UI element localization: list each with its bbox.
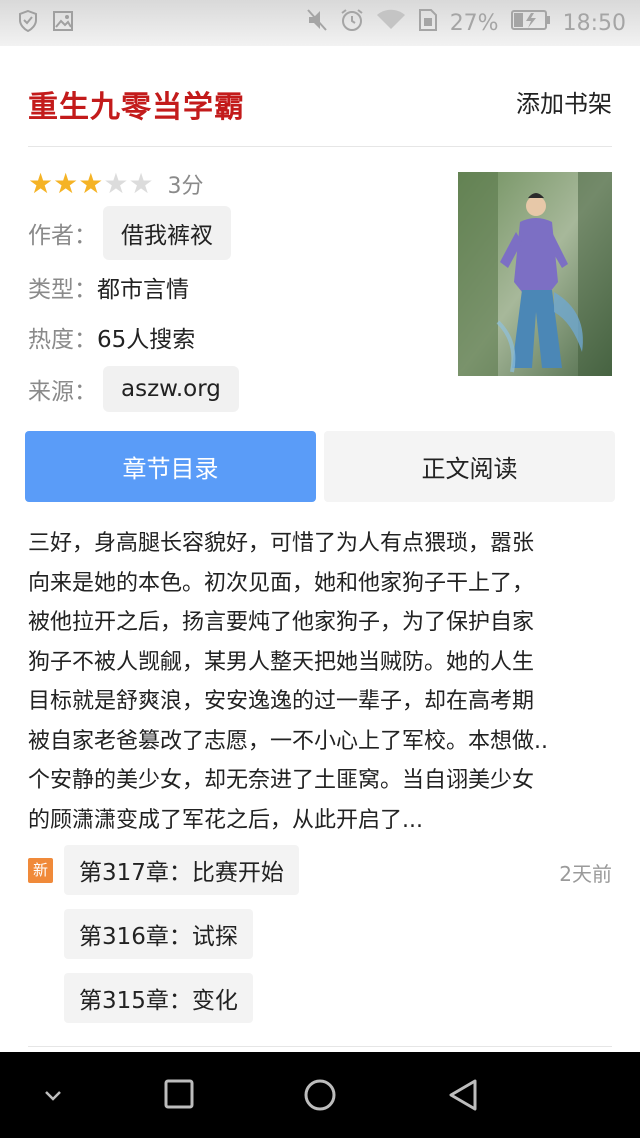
- description-line: 目标就是舒爽浪，安安逸逸的过一辈子，却在高考期: [28, 689, 535, 714]
- author-row: 作者： 借我裤衩: [28, 206, 231, 260]
- star-icon: ★: [28, 167, 54, 200]
- book-title: 重生九零当学霸: [28, 90, 245, 125]
- rating-score: 3分: [167, 174, 204, 199]
- rating-stars: ★★★★★: [28, 170, 154, 198]
- description-line: 三好，身高腿长容貌好，可惜了为人有点猥琐，嚣张: [28, 531, 535, 556]
- author-label: 作者：: [28, 223, 97, 249]
- source-row: 来源： aszw.org: [28, 366, 239, 412]
- heat-label: 热度：: [28, 327, 97, 353]
- image-icon: [52, 10, 74, 36]
- recents-icon[interactable]: [163, 1078, 195, 1114]
- chapter-catalog-button[interactable]: 章节目录: [25, 431, 316, 502]
- rating: ★★★★★ 3分: [28, 168, 204, 200]
- book-cover-image[interactable]: [458, 172, 612, 376]
- book-detail-page: 重生九零当学霸 添加书架 ★★★★★ 3分 作者： 借我裤衩 类型： 都市言情 …: [0, 56, 640, 1052]
- source-label: 来源：: [28, 379, 97, 405]
- alarm-icon: [340, 8, 364, 38]
- chapter-item[interactable]: 第315章：变化: [64, 973, 253, 1023]
- author-link[interactable]: 借我裤衩: [103, 206, 231, 260]
- clock: 18:50: [562, 10, 626, 36]
- new-badge: 新: [28, 858, 53, 883]
- description-line: 狗子不被人觊觎，某男人整天把她当贼防。她的人生: [28, 649, 535, 675]
- star-icon: ★: [103, 167, 129, 200]
- book-description: 三好，身高腿长容貌好，可惜了为人有点猥琐，嚣张 向来是她的本色。初次见面，她和他…: [28, 524, 614, 840]
- system-nav-bar: [0, 1052, 640, 1138]
- source-link[interactable]: aszw.org: [103, 366, 239, 412]
- description-line: 个安静的美少女，却无奈进了土匪窝。当自诩美少女: [28, 768, 535, 793]
- description-line: 被自家老爸篡改了志愿，一不小心上了军校。本想做..: [28, 728, 548, 754]
- description-line: 被他拉开之后，扬言要炖了他家狗子，为了保护自家: [28, 610, 535, 635]
- description-line: 的顾潇潇变成了军花之后，从此开启了...: [28, 807, 423, 833]
- type-label: 类型：: [28, 277, 97, 303]
- star-icon: ★: [128, 167, 154, 200]
- divider: [28, 1046, 612, 1047]
- star-icon: ★: [78, 167, 104, 200]
- wifi-icon: [376, 9, 406, 37]
- chapter-item[interactable]: 第316章：试探: [64, 909, 253, 959]
- star-icon: ★: [53, 167, 79, 200]
- home-icon[interactable]: [303, 1078, 337, 1116]
- collapse-icon[interactable]: [40, 1082, 66, 1112]
- chapter-time: 2天前: [559, 862, 612, 886]
- read-text-button[interactable]: 正文阅读: [324, 431, 615, 502]
- back-icon[interactable]: [446, 1078, 480, 1116]
- type-value: 都市言情: [97, 277, 189, 303]
- battery-charging-icon: [510, 9, 551, 37]
- add-to-shelf-button[interactable]: 添加书架: [516, 84, 612, 119]
- chapter-item[interactable]: 第317章：比赛开始: [64, 845, 299, 895]
- battery-percent: 27%: [449, 10, 499, 36]
- heat-value: 65人搜索: [97, 327, 196, 353]
- description-line: 向来是她的本色。初次见面，她和他家狗子干上了，: [28, 570, 535, 596]
- heat-row: 热度： 65人搜索: [28, 320, 195, 354]
- sim-icon: [418, 8, 438, 38]
- status-bar: 27% 18:50: [0, 0, 640, 46]
- mute-icon: [306, 8, 328, 38]
- shield-icon: [18, 9, 38, 36]
- type-row: 类型： 都市言情: [28, 270, 189, 304]
- divider: [28, 146, 612, 147]
